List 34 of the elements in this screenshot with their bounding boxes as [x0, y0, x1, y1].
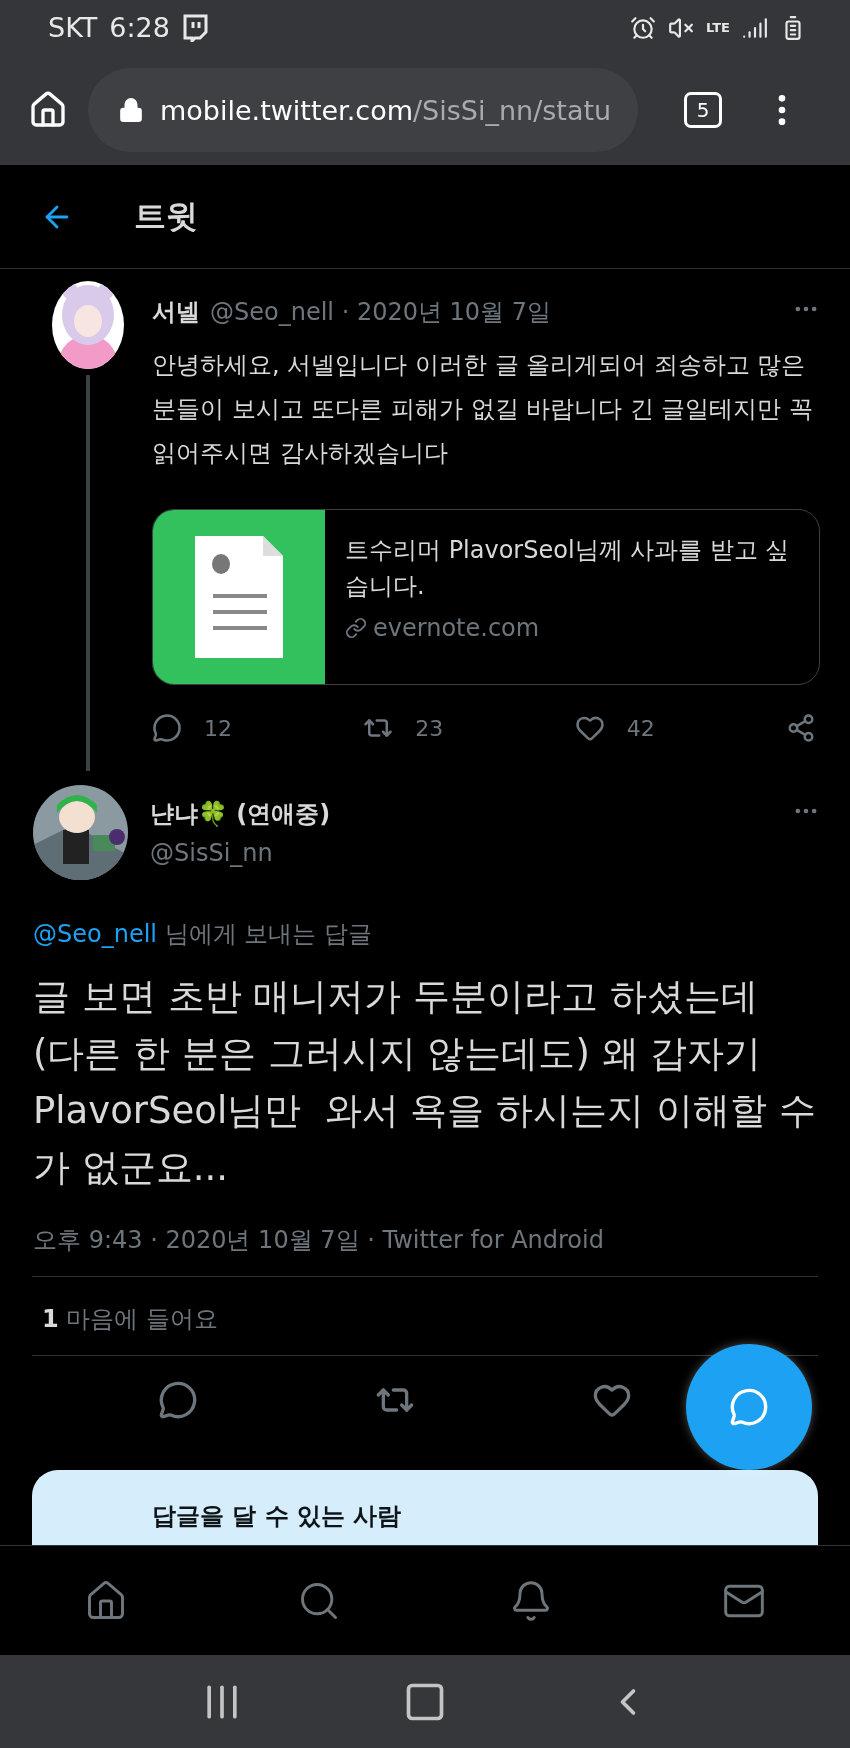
speech-bubble-icon	[729, 1387, 769, 1427]
clock: 6:28	[109, 12, 170, 43]
tweet-timestamp: 오후 9:43 · 2020년 10월 7일 · Twitter for Android	[33, 1225, 605, 1256]
share-icon	[786, 713, 816, 743]
lock-icon	[118, 97, 144, 123]
tweet-meta: @Seo_nell · 2020년 10월 7일	[210, 297, 552, 328]
reply-icon	[152, 713, 182, 743]
reply-icon	[158, 1380, 199, 1420]
reply-settings-card[interactable]: 답글을 달 수 있는 사람	[32, 1470, 818, 1545]
home-icon[interactable]	[28, 90, 68, 130]
chat-icon	[181, 13, 208, 42]
card-title: 트수리머 PlavorSeol님께 사과를 받고 싶습니다.	[345, 535, 791, 602]
carrier: SKT	[48, 12, 98, 43]
mention-link[interactable]: @Seo_nell	[33, 920, 157, 948]
author-name: 서넬	[152, 297, 200, 328]
author-handle: @SisSi_nn	[150, 839, 274, 867]
author-name: 냔냐🍀 (연애중)	[150, 799, 331, 830]
document-icon	[195, 536, 283, 658]
tab-count[interactable]: 5	[684, 92, 722, 128]
action-count: 12	[204, 715, 232, 741]
alarm-icon	[630, 14, 657, 41]
replying-to: @Seo_nell 님에게 보내는 답글	[33, 919, 373, 950]
like-summary[interactable]: 1 마음에 들어요	[42, 1303, 808, 1335]
network-type: LTE	[706, 20, 730, 35]
card-domain: evernote.com	[373, 614, 540, 642]
action-count: 23	[415, 715, 444, 741]
tweet-text: 안녕하세요, 서넬입니다 이러한 글 올리게되어 죄송하고 많은 분들이 보시고 또다른 피해가 없길 바랍니다 긴 글일테지만 꼭 읽어주시면 감사하겠습니다	[152, 350, 815, 469]
action-count: 42	[626, 715, 655, 741]
page-title: 트윗	[134, 195, 198, 237]
link-icon	[345, 617, 367, 639]
address-bar[interactable]: mobile.twitter.com/SisSi_nn/statu	[88, 68, 638, 152]
compose-reply-button[interactable]	[686, 1344, 812, 1470]
link-card[interactable]: 트수리머 PlavorSeol님께 사과를 받고 싶습니다. evernote.com	[152, 509, 820, 685]
tweet-text: 글 보면 초반 매니저가 두분이라고 하셨는데 (다른 한 분은 그러시지 않는데도) 왜 갑자기 PlavorSeol님만 와서 욕을 하시는지 이해할 수가 없군요...	[33, 974, 817, 1191]
